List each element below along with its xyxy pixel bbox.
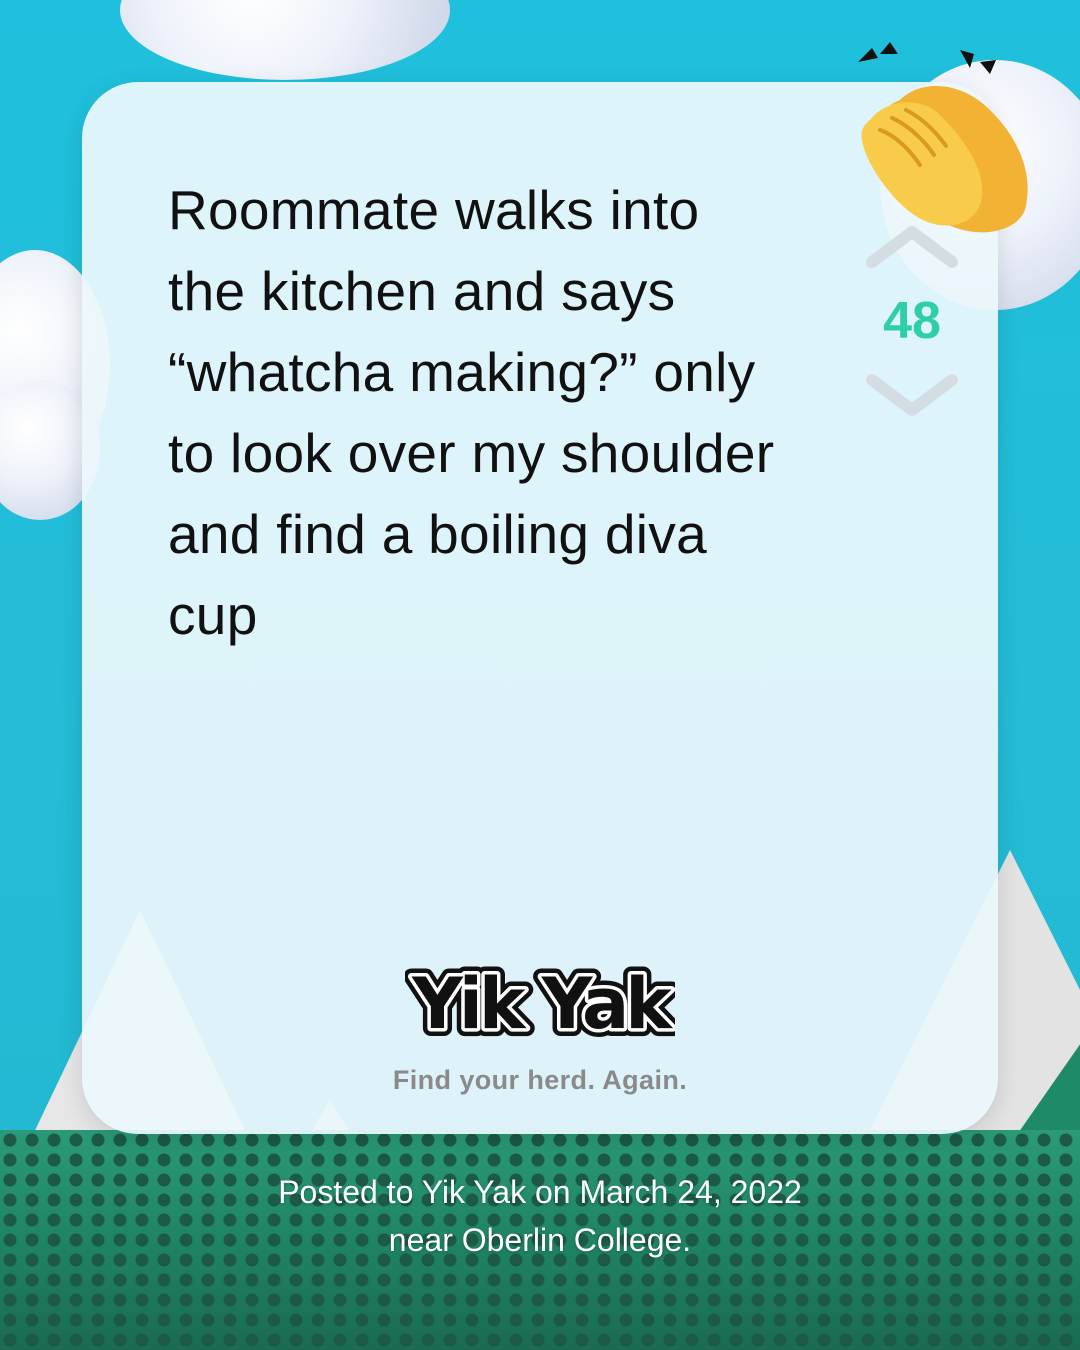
post-line: “whatcha making?” only	[168, 341, 756, 403]
caption-line-date: Posted to Yik Yak on March 24, 2022	[278, 1174, 802, 1210]
post-line: Roommate walks into	[168, 179, 700, 241]
vote-count: 48	[883, 292, 941, 350]
cloud-decoration	[120, 0, 450, 80]
post-line: the kitchen and says	[168, 260, 676, 322]
caption-line-location: near Oberlin College.	[388, 1222, 692, 1258]
brand-tagline: Find your herd. Again.	[392, 1065, 688, 1095]
brand-block: Yik Yak Yik Yak Yik Yak Find your herd. …	[82, 952, 998, 1096]
clapping-hands-icon	[858, 42, 1028, 233]
chevron-down-icon[interactable]	[862, 370, 962, 420]
post-caption: Posted to Yik Yak on March 24, 2022 near…	[0, 1168, 1080, 1264]
logo-text: Yik Yak	[411, 963, 673, 1045]
post-line: and find a boiling diva	[168, 503, 707, 565]
yik-yak-logo: Yik Yak Yik Yak Yik Yak	[405, 955, 675, 1052]
post-line: to look over my shoulder	[168, 422, 775, 484]
post-line: cup	[168, 584, 258, 646]
vote-control: 48	[862, 222, 962, 420]
post-body: Roommate walks into the kitchen and says…	[168, 170, 868, 656]
